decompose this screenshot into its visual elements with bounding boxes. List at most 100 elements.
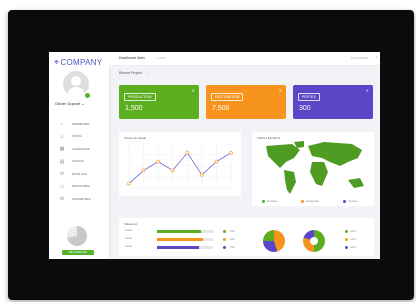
sidebar-item-boîte mail[interactable]: ✉ BOÎTE MAIL (49, 168, 109, 181)
sidebar-item-label: GRAPHS (72, 160, 84, 164)
gear-icon: ⚙ (59, 196, 65, 203)
summary-bar-fill (157, 230, 201, 233)
summary-bar-label: Lorem (125, 229, 133, 232)
summary-legend-label: Lorem (350, 229, 357, 233)
stat-label: PRODUCTION (124, 93, 156, 101)
chevron-down-icon: ⌄ (145, 71, 149, 75)
summary-legend-label: Lorem (350, 245, 357, 249)
summary-bar-percent: 75% (230, 245, 235, 249)
top-bar: Dashboard Main ⌕ rech Louis Dufour ▪ (109, 52, 380, 66)
world-map (266, 141, 364, 194)
map-legend-item: Océanie (343, 200, 357, 203)
africa-shape (310, 162, 328, 186)
summary-bar-percent: 82% (230, 237, 235, 241)
map-card: TOUS LES PAYS Amérique Europe/Asie Océan… (252, 132, 374, 206)
brand-logo[interactable]: ⌖ COMPANY (54, 57, 102, 68)
calendar-icon: ▦ (59, 146, 65, 153)
summary-legend-label: Lorem (350, 237, 357, 241)
sidebar-item-dashboard[interactable]: ⌂ DASHBOARD (49, 118, 109, 131)
close-icon[interactable]: ✕ (192, 88, 195, 93)
stat-label: FACTURATION (211, 93, 244, 101)
data-point (170, 168, 175, 173)
data-point (185, 150, 190, 155)
map-legend: Amérique Europe/Asie Océanie (262, 200, 357, 203)
data-point (141, 168, 146, 173)
north-america-shape (266, 144, 300, 168)
stat-value: 1,500 (125, 105, 143, 112)
stat-value: 300 (299, 105, 311, 112)
map-legend-item: Europe/Asie (301, 200, 319, 203)
oceania-shape (348, 178, 364, 188)
donut-chart (303, 230, 325, 252)
summary-bar-fill (157, 238, 203, 241)
summary-bar-dot (223, 237, 226, 241)
stat-card-facturation[interactable]: FACTURATION 7,500 ✕ (206, 85, 286, 119)
stat-label: PERTES (298, 93, 320, 101)
donut-hole (310, 237, 318, 245)
data-point (156, 159, 160, 164)
data-point (229, 150, 233, 155)
summary-bar-dot (223, 245, 226, 249)
breadcrumb-label: Récent Projets (119, 71, 142, 75)
sidebar-item-label: MESSAGERIE (72, 185, 91, 189)
logo-mark-icon: ⌖ (54, 57, 60, 67)
online-status-icon (84, 92, 91, 99)
sidebar-item-paramètres[interactable]: ⚙ PARAMÈTRES (49, 193, 109, 206)
series-line (128, 152, 232, 184)
summary-legend-dot (345, 238, 348, 241)
summary-bar-track (157, 230, 213, 233)
close-icon[interactable]: ✕ (366, 88, 369, 93)
sidebar-item-messagerie[interactable]: ▭ MESSAGERIE (49, 181, 109, 194)
top-title: Dashboard Main (119, 56, 145, 60)
summary-bar-dot (223, 229, 226, 233)
line-chart (127, 143, 233, 189)
search-icon: ⌕ (157, 56, 159, 60)
sidebar-item-label: BOÎTE MAIL (72, 172, 88, 176)
south-america-shape (284, 170, 296, 194)
line-chart-card: Temps de travail (119, 132, 241, 196)
sidebar-item-label: PARAMÈTRES (72, 197, 91, 201)
bell-icon[interactable]: ▪ (376, 55, 377, 59)
summary-title: Tableau A (124, 222, 138, 226)
avatar-head (71, 76, 81, 86)
summary-bar-percent: 78% (230, 229, 235, 233)
sidebar-item-graphs[interactable]: ▤ GRAPHS (49, 156, 109, 169)
sidebar-item-calendrier[interactable]: ▦ CALENDRIER (49, 143, 109, 156)
summary-legend-dot (345, 246, 348, 249)
data-point (200, 172, 204, 177)
sidebar-pie-chart (67, 226, 87, 246)
sidebar-nav: ⌂ DASHBOARD ☺ PROFIL ▦ CALENDRIER ▤ GRAPHS ✉ BOÎT… (49, 118, 109, 206)
summary-legend-dot (345, 230, 348, 233)
mail-icon: ✉ (59, 171, 65, 178)
sidebar-item-label: DASHBOARD (72, 122, 90, 126)
top-user-name[interactable]: Louis Dufour (351, 56, 368, 60)
pie-chart (263, 230, 285, 252)
stat-value: 7,500 (212, 105, 230, 112)
home-icon: ⌂ (60, 121, 64, 128)
map-legend-item: Amérique (262, 200, 277, 203)
summary-card: Tableau A Lorem 78% Lorem 82% Lorem 75% Lorem… (119, 218, 374, 256)
user-name-text: Olivier Dupont (55, 101, 81, 106)
close-icon[interactable]: ✕ (279, 88, 282, 93)
user-name[interactable]: Olivier Dupont ⌄ (55, 101, 105, 106)
brand-name: COMPANY (60, 58, 103, 67)
sidebar: ⌖ COMPANY Olivier Dupont ⌄ ⌂ DASHBOARD ☺ PR… (49, 52, 110, 259)
sidebar-item-label: PROFIL (72, 135, 82, 139)
chart-icon: ▤ (59, 158, 65, 165)
summary-bar-fill (157, 246, 199, 249)
breadcrumb[interactable]: Récent Projets ⌄ (119, 71, 149, 75)
summary-bar-label: Lorem (125, 245, 133, 248)
data-point (127, 181, 131, 186)
logout-button[interactable]: DÉCONNEXION (62, 250, 94, 255)
summary-bar-label: Lorem (125, 237, 133, 240)
dashboard-screen: ⌖ COMPANY Olivier Dupont ⌄ ⌂ DASHBOARD ☺ PR… (49, 52, 380, 259)
summary-bar-track (157, 246, 213, 249)
data-point (214, 159, 219, 164)
avatar-body (67, 87, 85, 97)
search-input[interactable]: ⌕ rech (157, 56, 165, 60)
sidebar-item-label: CALENDRIER (72, 147, 90, 151)
stat-card-pertes[interactable]: PERTES 300 ✕ (293, 85, 373, 119)
chat-icon: ▭ (59, 183, 65, 190)
sidebar-item-profil[interactable]: ☺ PROFIL (49, 131, 109, 144)
stat-card-production[interactable]: PRODUCTION 1,500 ✕ (119, 85, 199, 119)
